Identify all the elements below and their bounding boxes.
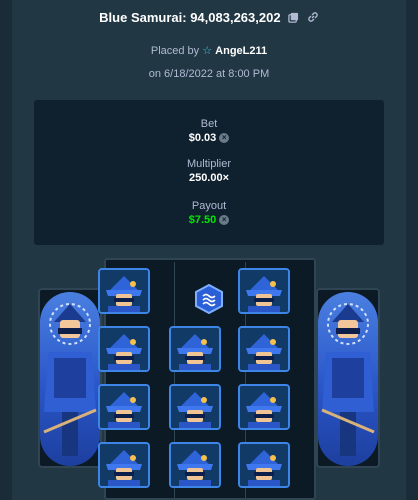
bet-details-modal: Blue Samurai: 94,083,263,202 Placed by ☆… <box>12 0 406 500</box>
bet-title-row: Blue Samurai: 94,083,263,202 <box>12 10 406 26</box>
samurai-symbol-icon <box>169 326 221 372</box>
payout-value-row: $7.50 × <box>34 214 384 226</box>
samurai-symbol-icon <box>169 384 221 430</box>
star-icon: ☆ <box>202 45 213 57</box>
multiplier-value: 250.00× <box>188 172 230 184</box>
big-samurai-right <box>318 292 378 466</box>
bet-value-row: $0.03 × <box>34 132 384 144</box>
samurai-symbol-icon <box>169 442 221 488</box>
placed-by-line: Placed by ☆ AngeL211 <box>12 44 406 57</box>
samurai-symbol-icon <box>98 442 150 488</box>
bet-title: Blue Samurai: 94,083,263,202 <box>99 10 281 25</box>
samurai-symbol-icon <box>238 326 290 372</box>
username-link[interactable]: AngeL211 <box>215 45 267 57</box>
samurai-symbol-icon <box>238 268 290 314</box>
currency-icon: × <box>219 215 230 226</box>
scatter-symbol-icon <box>194 283 224 315</box>
link-icon[interactable] <box>307 11 319 26</box>
bet-stats-panel: Bet $0.03 × Multiplier 250.00× Payout $7.… <box>34 100 384 245</box>
bet-label: Bet <box>200 118 218 130</box>
placed-by-prefix: Placed by <box>150 45 200 57</box>
samurai-symbol-icon <box>98 384 150 430</box>
samurai-symbol-icon <box>98 326 150 372</box>
samurai-symbol-icon <box>238 384 290 430</box>
samurai-symbol-icon <box>238 442 290 488</box>
big-samurai-left <box>40 292 100 466</box>
date-line: on 6/18/2022 at 8:00 PM <box>148 68 270 80</box>
bet-value: $0.03 <box>188 132 217 144</box>
multiplier-label: Multiplier <box>186 158 231 170</box>
payout-label: Payout <box>191 200 227 212</box>
bet-stat: Bet $0.03 × <box>34 118 384 144</box>
currency-icon: × <box>219 133 230 144</box>
payout-value: $7.50 <box>188 214 217 226</box>
samurai-symbol-icon <box>98 268 150 314</box>
multiplier-stat: Multiplier 250.00× <box>34 158 384 184</box>
copy-icon[interactable] <box>288 11 299 26</box>
payout-stat: Payout $7.50 × <box>34 200 384 226</box>
